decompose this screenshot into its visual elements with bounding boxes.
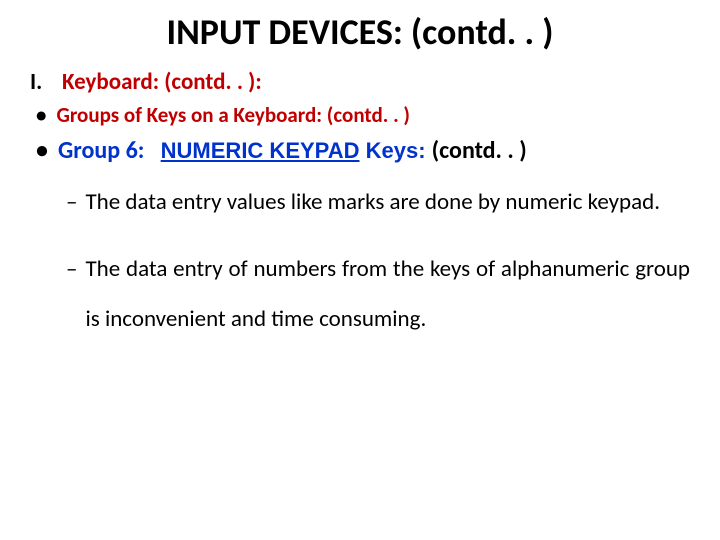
bullet-group6: • Group 6: NUMERIC KEYPAD Keys: (contd. … (36, 136, 690, 165)
sub-bullet-2: – The data entry of numbers from the key… (66, 244, 690, 345)
group6-prefix: Group 6: (58, 136, 144, 165)
dash-icon: – (66, 244, 77, 295)
group6-content: Group 6: NUMERIC KEYPAD Keys: (contd. . … (58, 136, 527, 165)
sub-bullet-1-text: The data entry values like marks are don… (85, 177, 690, 228)
group6-underlined: NUMERIC KEYPAD (161, 138, 360, 163)
group6-mid: Keys: (359, 138, 431, 163)
section-label: Keyboard: (contd. . ): (62, 68, 262, 96)
slide-title: INPUT DEVICES: (contd. . ) (30, 10, 690, 54)
sub-bullet-2-text: The data entry of numbers from the keys … (85, 244, 690, 345)
section-heading: I. Keyboard: (contd. . ): (30, 68, 690, 96)
sub-bullet-1: – The data entry values like marks are d… (66, 177, 690, 228)
bullet-text: Groups of Keys on a Keyboard: (contd. . … (56, 102, 410, 128)
group6-suffix: (contd. . ) (432, 136, 527, 165)
dash-icon: – (66, 177, 77, 228)
section-number: I. (30, 68, 62, 96)
bullet-dot: • (36, 136, 48, 165)
bullet-dot: • (36, 102, 46, 128)
bullet-groups-of-keys: • Groups of Keys on a Keyboard: (contd. … (36, 102, 690, 128)
